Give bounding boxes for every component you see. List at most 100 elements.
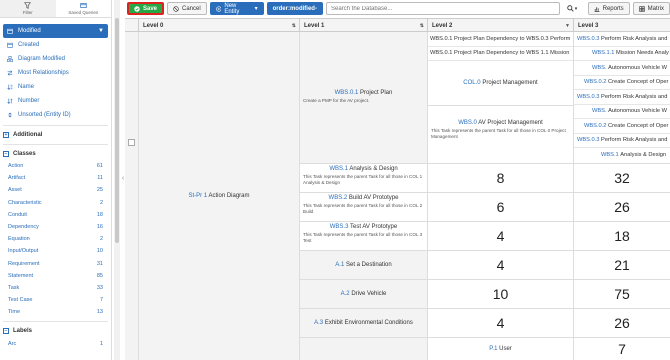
level-3-count[interactable]: 75: [574, 280, 670, 309]
level-2-dependency[interactable]: WBS.0.1 Project Plan Dependency to WBS.0…: [428, 32, 573, 47]
level-2-cell-user[interactable]: P.1 User: [428, 338, 574, 360]
level-1-cell-empty[interactable]: [300, 338, 428, 360]
order-button[interactable]: order:modified-: [266, 2, 323, 15]
level-3-count[interactable]: 7: [574, 338, 670, 360]
entity-id[interactable]: A.1: [335, 262, 344, 268]
level-3-count[interactable]: 18: [574, 222, 670, 251]
tab-saved-queries[interactable]: Saved Queries: [56, 0, 112, 17]
level-3-item[interactable]: WBS. Autonomous Vehicle W: [574, 61, 670, 76]
sort-most-relationships[interactable]: Most Relationships: [3, 66, 108, 80]
entity-id[interactable]: A.2: [341, 291, 350, 297]
entity-id[interactable]: WBS.: [592, 65, 607, 71]
level-3-item[interactable]: WBS.0.3 Perform Risk Analysis and: [574, 32, 670, 47]
entity-id[interactable]: A.3: [314, 320, 323, 326]
sort-diagram-modified[interactable]: Diagram Modified: [3, 52, 108, 66]
column-header-level-0[interactable]: Level 0 ⇅: [139, 19, 300, 32]
class-item-action[interactable]: Action 61: [0, 160, 111, 172]
class-item-conduit[interactable]: Conduit 18: [0, 209, 111, 221]
class-item-task[interactable]: Task 33: [0, 282, 111, 294]
level-2-count[interactable]: 4: [428, 309, 574, 338]
entity-id[interactable]: St-Pr 1: [188, 193, 207, 199]
class-item-asset[interactable]: Asset 25: [0, 184, 111, 196]
level-2-count[interactable]: 4: [428, 222, 574, 251]
level-2-dependency[interactable]: WBS.0.1 Project Plan Dependency to WBS 1…: [428, 47, 573, 61]
class-item-dependency[interactable]: Dependency 16: [0, 221, 111, 233]
class-item-artifact[interactable]: Artifact 11: [0, 172, 111, 184]
search-button[interactable]: ▾: [563, 2, 580, 15]
class-item-input-output[interactable]: Input/Output 10: [0, 245, 111, 257]
row-checkbox[interactable]: [128, 139, 135, 146]
level-2-count[interactable]: 6: [428, 193, 574, 222]
matrix-button[interactable]: Matrix: [632, 2, 670, 15]
search-input[interactable]: [325, 2, 561, 15]
column-header-level-3[interactable]: Level 3: [574, 19, 670, 32]
level-3-item[interactable]: WBS.0.3 Perform Risk Analysis and: [574, 90, 670, 105]
entity-id[interactable]: WBS.0.3: [577, 94, 599, 100]
entity-id[interactable]: WBS.0.2: [584, 123, 606, 129]
level-3-count[interactable]: 32: [574, 164, 670, 193]
level-3-item[interactable]: WBS.0.2 Create Concept of Oper: [574, 119, 670, 134]
entity-id[interactable]: COL.0: [463, 80, 480, 86]
entity-id[interactable]: WBS.0.3: [577, 137, 599, 143]
level-1-cell-environmental[interactable]: A.3 Exhibit Environmental Conditions: [300, 309, 428, 338]
class-count: 16: [96, 224, 103, 231]
sort-unsorted[interactable]: Unsorted (Entity ID): [3, 108, 108, 122]
level-1-cell-build[interactable]: WBS.2 Build AV Prototype This Task repre…: [300, 193, 428, 222]
sort-desc-icon[interactable]: ▼: [565, 23, 570, 29]
level-3-item[interactable]: WBS.1.1 Mission Needs Analy: [574, 47, 670, 61]
entity-id[interactable]: WBS.: [592, 108, 607, 114]
reports-button[interactable]: Reports: [587, 2, 630, 15]
class-item-time[interactable]: Time 13: [0, 306, 111, 318]
entity-id[interactable]: WBS.0.2: [584, 79, 606, 85]
level-2-count[interactable]: 8: [428, 164, 574, 193]
class-item-requirement[interactable]: Requirement 31: [0, 258, 111, 270]
sort-created[interactable]: Created: [3, 38, 108, 52]
class-item-characteristic[interactable]: Characteristic 2: [0, 197, 111, 209]
level-3-count[interactable]: 21: [574, 251, 670, 280]
sort-icon[interactable]: ⇅: [420, 23, 424, 29]
level-1-cell-analysis-design[interactable]: WBS.1 Analysis & Design This Task repres…: [300, 164, 428, 193]
column-header-level-2[interactable]: Level 2 ▼: [428, 19, 574, 32]
sort-modified[interactable]: Modified ▼: [3, 24, 108, 38]
entity-id[interactable]: WBS.0.3: [577, 36, 599, 42]
level-3-item[interactable]: WBS. Autonomous Vehicle W: [574, 105, 670, 119]
level-2-count[interactable]: 4: [428, 251, 574, 280]
scrollbar-thumb[interactable]: [115, 18, 119, 243]
label-item-arc[interactable]: Arc 1: [0, 337, 111, 349]
level-3-count[interactable]: 26: [574, 309, 670, 338]
level-2-cell-av-project-management[interactable]: WBS.0 AV Project Management This Task re…: [428, 106, 573, 163]
level-3-count[interactable]: 26: [574, 193, 670, 222]
level-0-cell[interactable]: St-Pr 1 Action Diagram: [139, 32, 300, 360]
group-additional[interactable]: + Additional: [0, 129, 111, 141]
column-header-level-1[interactable]: Level 1 ⇅: [300, 19, 428, 32]
sort-number[interactable]: Number: [3, 94, 108, 108]
entity-id[interactable]: WBS.2: [329, 195, 348, 201]
group-classes[interactable]: − Classes: [0, 148, 111, 160]
level-3-item[interactable]: WBS.0.2 Create Concept of Oper: [574, 76, 670, 90]
level-3-item[interactable]: WBS.0.3 Perform Risk Analysis and: [574, 134, 670, 148]
level-1-cell-set-destination[interactable]: A.1 Set a Destination: [300, 251, 428, 280]
entity-id[interactable]: WBS.3: [330, 224, 349, 230]
class-item-test-case[interactable]: Test Case 7: [0, 294, 111, 306]
entity-id[interactable]: WBS.0: [458, 120, 477, 126]
sort-name[interactable]: Name: [3, 80, 108, 94]
level-1-cell-drive-vehicle[interactable]: A.2 Drive Vehicle: [300, 280, 428, 309]
level-2-cell-project-management[interactable]: COL.0 Project Management: [428, 61, 573, 106]
cancel-button[interactable]: Cancel: [167, 2, 207, 15]
entity-id[interactable]: WBS.1: [329, 166, 348, 172]
level-1-cell-project-plan[interactable]: WBS.0.1 Project Plan Create a PMP for th…: [300, 32, 428, 164]
sort-icon[interactable]: ⇅: [292, 23, 296, 29]
entity-id[interactable]: P.1: [489, 346, 497, 352]
entity-id[interactable]: WBS.1.1: [592, 50, 614, 56]
class-item-statement[interactable]: Statement 85: [0, 270, 111, 282]
entity-id[interactable]: WBS.1: [601, 152, 619, 158]
level-2-count[interactable]: 10: [428, 280, 574, 309]
level-1-cell-test[interactable]: WBS.3 Test AV Prototype This Task repres…: [300, 222, 428, 251]
entity-id[interactable]: WBS.0.1: [335, 90, 359, 96]
new-entity-button[interactable]: New Entity ▾: [209, 2, 264, 15]
group-labels[interactable]: − Labels: [0, 325, 111, 337]
class-item-equation[interactable]: Equation 2: [0, 233, 111, 245]
tab-filter[interactable]: Filter: [0, 0, 56, 17]
save-button[interactable]: Save: [127, 2, 165, 15]
level-3-item[interactable]: WBS.1 Analysis & Design: [574, 148, 670, 163]
